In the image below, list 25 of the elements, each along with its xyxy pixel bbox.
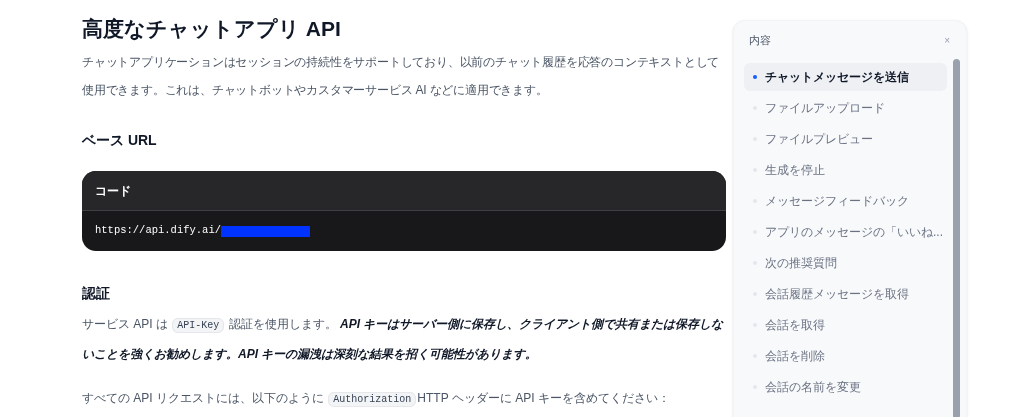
toc-title: 内容: [749, 32, 771, 48]
toc-item[interactable]: 会話履歴メッセージを取得: [744, 280, 947, 308]
toc-item[interactable]: アプリのメッセージの「いいね...: [744, 218, 947, 246]
close-button[interactable]: ×: [944, 32, 950, 48]
toc-item[interactable]: 会話の名前を変更: [744, 373, 947, 401]
auth-paragraph: すべての API リクエストには、以下のように Authorization HTTP ヘッダーに API キーを含めてください：: [82, 390, 671, 409]
toc-item[interactable]: ファイルアップロード: [744, 94, 947, 122]
intro-paragraph: チャットアプリケーションはセッションの持続性をサポートしており、以前のチャット履歴を応答のコンテキストとして使用できます。これは、チャットボットやカスタマーサービス AI などに適用できます。: [82, 54, 721, 99]
bullet-icon: [753, 75, 757, 79]
auth-paragraph: サービス API は API-Key 認証を使用します。 API キーはサーバー側に保存し、クライアント側で共有または保存しないことを強くお勧めします。API キーの漏洩は深刻な結果を招く可能性があります。: [82, 316, 725, 363]
toc-item[interactable]: 会話を取得: [744, 311, 947, 339]
section-heading: ベース URL: [82, 131, 158, 150]
scrollbar[interactable]: [953, 59, 960, 417]
inline-code: Authorization: [328, 392, 417, 407]
inline-code: API-Key: [172, 318, 225, 333]
toc-item[interactable]: ファイルプレビュー: [744, 125, 947, 153]
page-title: 高度なチャットアプリ API: [82, 16, 342, 43]
code-text: https://api.dify.ai/: [95, 223, 222, 239]
toc-item[interactable]: チャットメッセージを送信: [744, 63, 947, 91]
toc-item[interactable]: メッセージフィードバック: [744, 187, 947, 215]
toc-item[interactable]: 生成を停止: [744, 156, 947, 184]
toc-item[interactable]: 次の推奨質問: [744, 249, 947, 277]
toc-item[interactable]: 会話を削除: [744, 342, 947, 370]
section-heading: 認証: [82, 284, 111, 303]
code-label: コード: [95, 182, 131, 200]
